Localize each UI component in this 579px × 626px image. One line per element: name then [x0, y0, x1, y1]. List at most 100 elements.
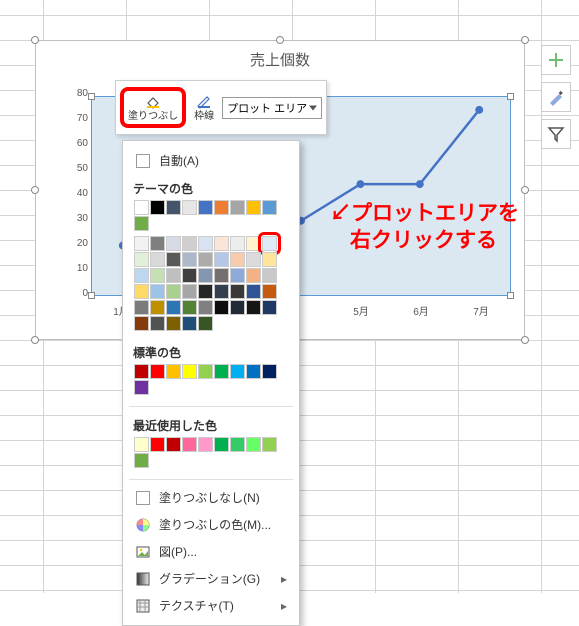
auto-color-item[interactable]: 自動(A): [123, 147, 299, 174]
color-swatch[interactable]: [246, 236, 261, 251]
color-swatch[interactable]: [230, 268, 245, 283]
color-swatch[interactable]: [214, 252, 229, 267]
color-swatch[interactable]: [230, 236, 245, 251]
fill-dropdown-button[interactable]: 塗りつぶし: [120, 87, 186, 128]
color-swatch[interactable]: [198, 252, 213, 267]
y-axis[interactable]: 80 70 60 50 40 30 20 10 0: [66, 93, 88, 299]
color-swatch[interactable]: [182, 284, 197, 299]
color-swatch[interactable]: [230, 284, 245, 299]
color-swatch[interactable]: [134, 300, 149, 315]
color-swatch[interactable]: [166, 252, 181, 267]
color-swatch[interactable]: [262, 236, 277, 251]
color-swatch[interactable]: [198, 300, 213, 315]
picture-fill-item[interactable]: 図(P)...: [123, 538, 299, 565]
color-swatch[interactable]: [182, 252, 197, 267]
color-swatch[interactable]: [198, 268, 213, 283]
color-swatch[interactable]: [150, 316, 165, 331]
color-swatch[interactable]: [182, 437, 197, 452]
color-swatch[interactable]: [150, 364, 165, 379]
color-swatch[interactable]: [246, 284, 261, 299]
color-swatch[interactable]: [166, 268, 181, 283]
color-swatch[interactable]: [262, 437, 277, 452]
color-swatch[interactable]: [198, 316, 213, 331]
color-swatch[interactable]: [230, 437, 245, 452]
color-swatch[interactable]: [134, 316, 149, 331]
color-swatch[interactable]: [262, 300, 277, 315]
color-swatch[interactable]: [246, 437, 261, 452]
color-swatch[interactable]: [134, 437, 149, 452]
color-swatch[interactable]: [182, 200, 197, 215]
color-swatch[interactable]: [134, 236, 149, 251]
color-swatch[interactable]: [166, 236, 181, 251]
color-swatch[interactable]: [166, 316, 181, 331]
color-swatch[interactable]: [214, 236, 229, 251]
resize-handle[interactable]: [521, 36, 529, 44]
color-swatch[interactable]: [182, 316, 197, 331]
texture-fill-item[interactable]: テクスチャ(T) ▸: [123, 592, 299, 619]
color-swatch[interactable]: [166, 200, 181, 215]
color-swatch[interactable]: [198, 200, 213, 215]
color-swatch[interactable]: [134, 284, 149, 299]
color-swatch[interactable]: [230, 364, 245, 379]
color-swatch[interactable]: [150, 200, 165, 215]
color-swatch[interactable]: [150, 284, 165, 299]
color-swatch[interactable]: [182, 300, 197, 315]
color-swatch[interactable]: [198, 236, 213, 251]
color-swatch[interactable]: [150, 268, 165, 283]
color-swatch[interactable]: [214, 437, 229, 452]
color-swatch[interactable]: [230, 300, 245, 315]
resize-handle[interactable]: [521, 186, 529, 194]
color-swatch[interactable]: [166, 300, 181, 315]
chart-elements-button[interactable]: [541, 45, 571, 75]
color-swatch[interactable]: [246, 200, 261, 215]
resize-handle[interactable]: [31, 36, 39, 44]
color-swatch[interactable]: [166, 284, 181, 299]
color-swatch[interactable]: [150, 300, 165, 315]
color-swatch[interactable]: [182, 364, 197, 379]
gradient-fill-item[interactable]: グラデーション(G) ▸: [123, 565, 299, 592]
resize-handle[interactable]: [276, 36, 284, 44]
chart-title[interactable]: 売上個数: [36, 41, 524, 70]
color-swatch[interactable]: [246, 268, 261, 283]
color-swatch[interactable]: [166, 437, 181, 452]
color-swatch[interactable]: [214, 300, 229, 315]
color-swatch[interactable]: [246, 364, 261, 379]
color-swatch[interactable]: [198, 284, 213, 299]
color-swatch[interactable]: [134, 268, 149, 283]
color-swatch[interactable]: [214, 268, 229, 283]
color-swatch[interactable]: [214, 284, 229, 299]
color-swatch[interactable]: [134, 453, 149, 468]
color-swatch[interactable]: [214, 364, 229, 379]
color-swatch[interactable]: [134, 364, 149, 379]
chart-element-selector[interactable]: プロット エリア: [222, 97, 322, 119]
color-swatch[interactable]: [230, 200, 245, 215]
chart-styles-button[interactable]: [541, 82, 571, 112]
color-swatch[interactable]: [134, 380, 149, 395]
color-swatch[interactable]: [214, 200, 229, 215]
resize-handle[interactable]: [521, 336, 529, 344]
outline-dropdown-button[interactable]: 枠線: [190, 91, 218, 124]
more-colors-item[interactable]: 塗りつぶしの色(M)...: [123, 511, 299, 538]
chart-filter-button[interactable]: [541, 119, 571, 149]
color-swatch[interactable]: [150, 236, 165, 251]
color-swatch[interactable]: [246, 252, 261, 267]
color-swatch[interactable]: [230, 252, 245, 267]
color-swatch[interactable]: [150, 252, 165, 267]
color-swatch[interactable]: [262, 252, 277, 267]
no-fill-item[interactable]: 塗りつぶしなし(N): [123, 484, 299, 511]
color-swatch[interactable]: [262, 364, 277, 379]
color-swatch[interactable]: [182, 236, 197, 251]
color-swatch[interactable]: [262, 284, 277, 299]
color-swatch[interactable]: [182, 268, 197, 283]
resize-handle[interactable]: [31, 336, 39, 344]
resize-handle[interactable]: [31, 186, 39, 194]
color-swatch[interactable]: [246, 300, 261, 315]
color-swatch[interactable]: [198, 437, 213, 452]
color-swatch[interactable]: [134, 252, 149, 267]
color-swatch[interactable]: [134, 200, 149, 215]
color-swatch[interactable]: [134, 216, 149, 231]
color-swatch[interactable]: [262, 200, 277, 215]
color-swatch[interactable]: [150, 437, 165, 452]
color-swatch[interactable]: [166, 364, 181, 379]
color-swatch[interactable]: [262, 268, 277, 283]
